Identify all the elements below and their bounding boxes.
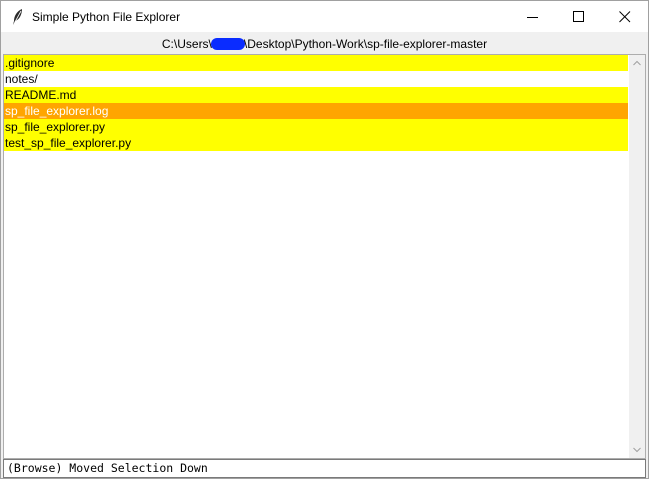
status-bar: (Browse) Moved Selection Down (3, 459, 646, 478)
app-window: Simple Python File Explorer C:\Users\ \De… (0, 0, 649, 479)
file-list-item[interactable]: sp_file_explorer.log (4, 103, 628, 119)
maximize-button[interactable] (556, 1, 602, 32)
path-prefix: C:\Users\ (161, 37, 212, 51)
chevron-down-icon (633, 447, 641, 453)
file-list: .gitignore notes/README.md sp_file_explore… (4, 55, 628, 151)
file-list-item[interactable]: test_sp_file_explorer.py (4, 135, 628, 151)
redacted-username (210, 38, 245, 50)
file-listbox[interactable]: .gitignore notes/README.md sp_file_explore… (3, 54, 646, 459)
current-path-bar: C:\Users\ \Desktop\Python-Work\sp-file-ex… (1, 32, 648, 54)
scroll-down-button[interactable] (629, 442, 645, 458)
current-path: C:\Users\ \Desktop\Python-Work\sp-file-ex… (1, 37, 648, 51)
title-bar[interactable]: Simple Python File Explorer (1, 1, 648, 32)
minimize-button[interactable] (510, 1, 556, 32)
scroll-up-button[interactable] (629, 55, 645, 71)
path-suffix: \Desktop\Python-Work\sp-file-explorer-ma… (243, 37, 488, 51)
minimize-icon (527, 17, 538, 18)
close-button[interactable] (602, 1, 648, 32)
window-title: Simple Python File Explorer (32, 10, 181, 24)
status-text: (Browse) Moved Selection Down (7, 461, 208, 475)
chevron-up-icon (633, 60, 641, 66)
maximize-icon (573, 11, 584, 22)
close-icon (619, 11, 631, 23)
file-list-item[interactable]: .gitignore (4, 55, 628, 71)
file-list-item[interactable]: notes/ (4, 71, 628, 87)
feather-icon (10, 8, 26, 26)
file-list-item[interactable]: README.md (4, 87, 628, 103)
vertical-scrollbar[interactable] (629, 55, 645, 458)
file-list-item[interactable]: sp_file_explorer.py (4, 119, 628, 135)
